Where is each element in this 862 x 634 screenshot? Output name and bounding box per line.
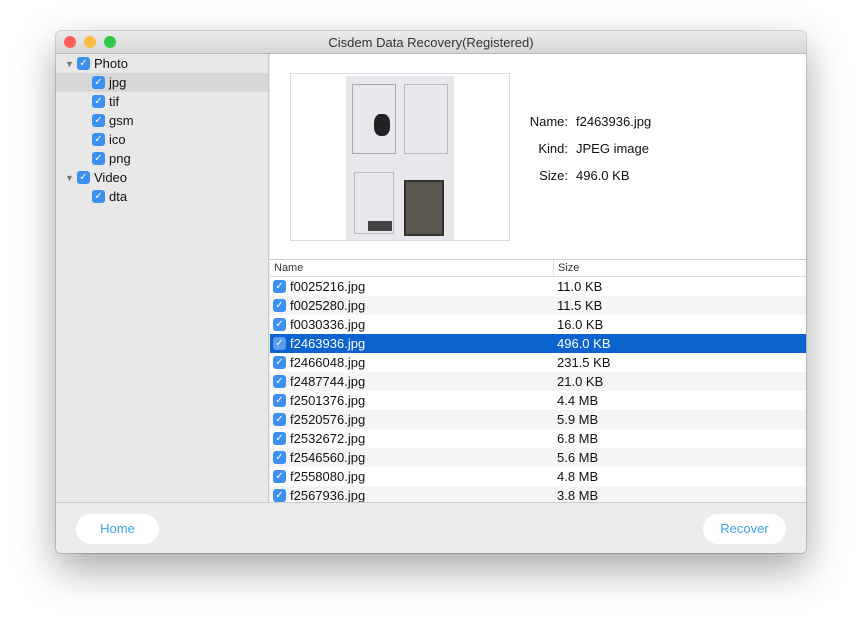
checkbox[interactable]: ✓	[92, 152, 105, 165]
table-row[interactable]: ✓ f2520576.jpg 5.9 MB	[270, 410, 806, 429]
zoom-button[interactable]	[104, 36, 116, 48]
row-file-name: f0025280.jpg	[290, 298, 366, 313]
item-label: dta	[109, 189, 128, 204]
file-size: 496.0 KB	[576, 168, 630, 183]
column-header-name[interactable]: Name	[270, 260, 554, 276]
file-table: Name Size ✓ f0025216.jpg 11.0 KB ✓ f0025280.…	[270, 259, 806, 505]
item-label: png	[109, 151, 131, 166]
row-file-name: f2463936.jpg	[290, 336, 366, 351]
row-file-name: f0030336.jpg	[290, 317, 366, 332]
row-file-size: 21.0 KB	[557, 374, 604, 389]
row-file-size: 4.4 MB	[557, 393, 599, 408]
table-row[interactable]: ✓ f2501376.jpg 4.4 MB	[270, 391, 806, 410]
tree-item-tif[interactable]: ✓ tif	[56, 92, 268, 111]
group-label: Video	[94, 170, 128, 185]
row-file-name: f2466048.jpg	[290, 355, 366, 370]
row-file-size: 11.5 KB	[557, 298, 603, 313]
row-file-name: f2487744.jpg	[290, 374, 366, 389]
window-title: Cisdem Data Recovery(Registered)	[328, 35, 534, 50]
title-bar: Cisdem Data Recovery(Registered)	[56, 31, 806, 54]
checkbox[interactable]: ✓	[273, 432, 286, 445]
row-file-name: f0025216.jpg	[290, 279, 366, 294]
checkbox[interactable]: ✓	[273, 375, 286, 388]
checkbox[interactable]: ✓	[273, 489, 286, 502]
tree-item-gsm[interactable]: ✓ gsm	[56, 111, 268, 130]
row-file-name: f2546560.jpg	[290, 450, 366, 465]
checkbox[interactable]: ✓	[92, 95, 105, 108]
table-row[interactable]: ✓ f0030336.jpg 16.0 KB	[270, 315, 806, 334]
row-file-size: 11.0 KB	[557, 279, 603, 294]
footer-bar: Home Recover	[56, 502, 806, 553]
row-file-size: 16.0 KB	[557, 317, 604, 332]
tree-group-video[interactable]: ▼ ✓ Video	[56, 168, 268, 187]
checkbox[interactable]: ✓	[92, 114, 105, 127]
tree-item-png[interactable]: ✓ png	[56, 149, 268, 168]
checkbox[interactable]: ✓	[273, 413, 286, 426]
table-row[interactable]: ✓ f2546560.jpg 5.6 MB	[270, 448, 806, 467]
checkbox[interactable]: ✓	[273, 470, 286, 483]
tree-item-ico[interactable]: ✓ ico	[56, 130, 268, 149]
close-button[interactable]	[64, 36, 76, 48]
checkbox[interactable]: ✓	[77, 57, 90, 70]
group-label: Photo	[94, 56, 128, 71]
app-window: Cisdem Data Recovery(Registered) ▼ ✓ Photo…	[56, 31, 806, 553]
row-file-size: 5.9 MB	[557, 412, 599, 427]
row-file-name: f2501376.jpg	[290, 393, 366, 408]
minimize-button[interactable]	[84, 36, 96, 48]
file-type-sidebar: ▼ ✓ Photo ✓ jpg ✓ tif ✓ gsm ✓ ico ✓ png ▼ ✓ Video ✓ dta	[56, 54, 269, 502]
name-label: Name:	[529, 114, 568, 129]
column-header-size[interactable]: Size	[554, 260, 579, 276]
checkbox[interactable]: ✓	[273, 299, 286, 312]
item-label: gsm	[109, 113, 134, 128]
row-file-name: f2558080.jpg	[290, 469, 366, 484]
row-file-size: 496.0 KB	[557, 336, 611, 351]
table-row[interactable]: ✓ f2558080.jpg 4.8 MB	[270, 467, 806, 486]
table-row[interactable]: ✓ f2487744.jpg 21.0 KB	[270, 372, 806, 391]
table-row[interactable]: ✓ f0025216.jpg 11.0 KB	[270, 277, 806, 296]
table-row[interactable]: ✓ f2463936.jpg 496.0 KB	[270, 334, 806, 353]
table-row[interactable]: ✓ f0025280.jpg 11.5 KB	[270, 296, 806, 315]
preview-thumbnail	[346, 76, 454, 240]
row-file-size: 5.6 MB	[557, 450, 599, 465]
size-label: Size:	[539, 168, 568, 183]
checkbox[interactable]: ✓	[92, 76, 105, 89]
main-panel: Name: f2463936.jpg Kind: JPEG image Size: 4…	[270, 54, 806, 505]
file-kind: JPEG image	[576, 141, 649, 156]
tree-group-photo[interactable]: ▼ ✓ Photo	[56, 54, 268, 73]
checkbox[interactable]: ✓	[77, 171, 90, 184]
disclosure-triangle-icon[interactable]: ▼	[65, 59, 75, 69]
row-file-name: f2532672.jpg	[290, 431, 366, 446]
checkbox[interactable]: ✓	[92, 133, 105, 146]
recover-button[interactable]: Recover	[703, 514, 786, 544]
checkbox[interactable]: ✓	[273, 337, 286, 350]
table-row[interactable]: ✓ f2466048.jpg 231.5 KB	[270, 353, 806, 372]
row-file-size: 3.8 MB	[557, 488, 599, 503]
checkbox[interactable]: ✓	[92, 190, 105, 203]
checkbox[interactable]: ✓	[273, 280, 286, 293]
kind-label: Kind:	[538, 141, 568, 156]
checkbox[interactable]: ✓	[273, 394, 286, 407]
row-file-size: 4.8 MB	[557, 469, 599, 484]
tree-item-dta[interactable]: ✓ dta	[56, 187, 268, 206]
file-info: Name: f2463936.jpg Kind: JPEG image Size: 4…	[520, 114, 651, 195]
checkbox[interactable]: ✓	[273, 451, 286, 464]
checkbox[interactable]: ✓	[273, 356, 286, 369]
item-label: jpg	[109, 75, 127, 90]
row-file-size: 6.8 MB	[557, 431, 599, 446]
item-label: tif	[109, 94, 120, 109]
row-file-name: f2520576.jpg	[290, 412, 366, 427]
disclosure-triangle-icon[interactable]: ▼	[65, 173, 75, 183]
row-file-size: 231.5 KB	[557, 355, 611, 370]
checkbox[interactable]: ✓	[273, 318, 286, 331]
home-button[interactable]: Home	[76, 514, 159, 544]
tree-item-jpg[interactable]: ✓ jpg	[56, 73, 268, 92]
image-preview	[290, 73, 510, 241]
item-label: ico	[109, 132, 126, 147]
row-file-name: f2567936.jpg	[290, 488, 366, 503]
file-name: f2463936.jpg	[576, 114, 652, 129]
table-row[interactable]: ✓ f2532672.jpg 6.8 MB	[270, 429, 806, 448]
